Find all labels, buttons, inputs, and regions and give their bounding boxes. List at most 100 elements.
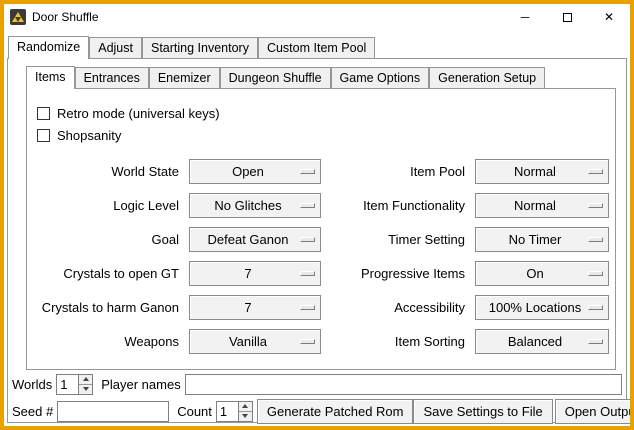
dropdown-value: 7 [244,266,265,281]
field-label-goal: Goal [33,232,181,247]
spinner-down-icon[interactable] [79,385,92,395]
weapons-dropdown[interactable]: Vanilla [189,329,321,354]
logic-level-dropdown[interactable]: No Glitches [189,193,321,218]
title-bar: Door Shuffle ─ ✕ [4,4,630,30]
app-icon [10,9,26,25]
field-label-item-pool: Item Pool [329,164,467,179]
dropdown-value: Defeat Ganon [208,232,303,247]
dropdown-value: Normal [514,164,570,179]
dropdown-indicator-icon [588,305,603,310]
field-label-item-sorting: Item Sorting [329,334,467,349]
seed-input[interactable] [57,401,169,422]
dropdown-indicator-icon [588,203,603,208]
dropdown-indicator-icon [300,203,315,208]
item-pool-dropdown[interactable]: Normal [475,159,609,184]
player-names-input[interactable] [185,374,622,395]
field-label-logic-level: Logic Level [33,198,181,213]
field-label-timer-setting: Timer Setting [329,232,467,247]
field-label-accessibility: Accessibility [329,300,467,315]
retro-mode-checkbox-row[interactable]: Retro mode (universal keys) [37,106,615,121]
field-label-crystals-open-gt: Crystals to open GT [33,266,181,281]
dropdown-indicator-icon [300,271,315,276]
field-label-world-state: World State [33,164,181,179]
dropdown-indicator-icon [300,237,315,242]
window-title: Door Shuffle [32,10,504,24]
bottom-controls: Worlds Player names Seed # Count [8,370,626,429]
dropdown-value: Vanilla [229,334,281,349]
field-label-crystals-harm-ganon: Crystals to harm Ganon [33,300,181,315]
worlds-spinner[interactable] [56,374,93,395]
tab-generation-setup[interactable]: Generation Setup [429,67,545,88]
door-shuffle-window: Door Shuffle ─ ✕ Randomize Adjust Starti… [0,0,634,430]
close-button[interactable]: ✕ [588,4,630,30]
field-label-weapons: Weapons [33,334,181,349]
main-tab-bar: Randomize Adjust Starting Inventory Cust… [4,35,630,58]
seed-row: Seed # Count Generate Patched Rom Save S… [12,399,622,424]
count-spinner-buttons[interactable] [238,401,253,422]
shopsanity-checkbox[interactable] [37,129,50,142]
save-settings-button[interactable]: Save Settings to File [413,399,552,424]
spinner-up-icon[interactable] [239,402,252,412]
goal-dropdown[interactable]: Defeat Ganon [189,227,321,252]
spinner-up-icon[interactable] [79,375,92,385]
crystals-open-gt-dropdown[interactable]: 7 [189,261,321,286]
worlds-input[interactable] [56,374,78,395]
accessibility-dropdown[interactable]: 100% Locations [475,295,609,320]
dropdown-value: On [526,266,557,281]
dropdown-value: Open [232,164,278,179]
close-icon: ✕ [604,10,614,24]
randomize-page: Items Entrances Enemizer Dungeon Shuffle… [7,58,627,423]
worlds-row: Worlds Player names [12,374,622,395]
item-functionality-dropdown[interactable]: Normal [475,193,609,218]
count-input[interactable] [216,401,238,422]
dropdown-value: 7 [244,300,265,315]
dropdown-indicator-icon [300,305,315,310]
dropdown-indicator-icon [588,271,603,276]
items-page: Retro mode (universal keys) Shopsanity W… [26,88,616,370]
tab-dungeon-shuffle[interactable]: Dungeon Shuffle [220,67,331,88]
tab-starting-inventory[interactable]: Starting Inventory [142,37,258,58]
timer-setting-dropdown[interactable]: No Timer [475,227,609,252]
count-spinner[interactable] [216,401,253,422]
count-label: Count [177,404,212,419]
dropdown-indicator-icon [588,237,603,242]
player-names-label: Player names [101,377,180,392]
open-output-directory-button[interactable]: Open Output Directory [555,399,634,424]
retro-mode-label: Retro mode (universal keys) [57,106,220,121]
maximize-icon [563,13,572,22]
world-state-dropdown[interactable]: Open [189,159,321,184]
generate-patched-rom-button[interactable]: Generate Patched Rom [257,399,414,424]
dropdown-indicator-icon [588,339,603,344]
tab-adjust[interactable]: Adjust [89,37,142,58]
spinner-down-icon[interactable] [239,412,252,422]
shopsanity-checkbox-row[interactable]: Shopsanity [37,128,615,143]
dropdown-value: Balanced [508,334,576,349]
tab-game-options[interactable]: Game Options [331,67,430,88]
tab-items[interactable]: Items [26,66,75,89]
field-label-progressive-items: Progressive Items [329,266,467,281]
sub-tab-bar: Items Entrances Enemizer Dungeon Shuffle… [26,65,616,88]
tab-enemizer[interactable]: Enemizer [149,67,220,88]
tab-custom-item-pool[interactable]: Custom Item Pool [258,37,375,58]
item-sorting-dropdown[interactable]: Balanced [475,329,609,354]
crystals-harm-ganon-dropdown[interactable]: 7 [189,295,321,320]
dropdown-value: Normal [514,198,570,213]
tab-entrances[interactable]: Entrances [75,67,149,88]
seed-label: Seed # [12,404,53,419]
minimize-button[interactable]: ─ [504,4,546,30]
worlds-label: Worlds [12,377,52,392]
inner-notebook: Items Entrances Enemizer Dungeon Shuffle… [26,65,616,370]
dropdown-value: No Glitches [214,198,295,213]
minimize-icon: ─ [521,10,530,24]
progressive-items-dropdown[interactable]: On [475,261,609,286]
field-label-item-functionality: Item Functionality [329,198,467,213]
options-grid: World State Open Item Pool Normal Logic … [33,159,611,354]
maximize-button[interactable] [546,4,588,30]
dropdown-value: No Timer [509,232,576,247]
shopsanity-label: Shopsanity [57,128,121,143]
dropdown-value: 100% Locations [489,300,596,315]
worlds-spinner-buttons[interactable] [78,374,93,395]
dropdown-indicator-icon [588,169,603,174]
retro-mode-checkbox[interactable] [37,107,50,120]
tab-randomize[interactable]: Randomize [8,36,89,59]
